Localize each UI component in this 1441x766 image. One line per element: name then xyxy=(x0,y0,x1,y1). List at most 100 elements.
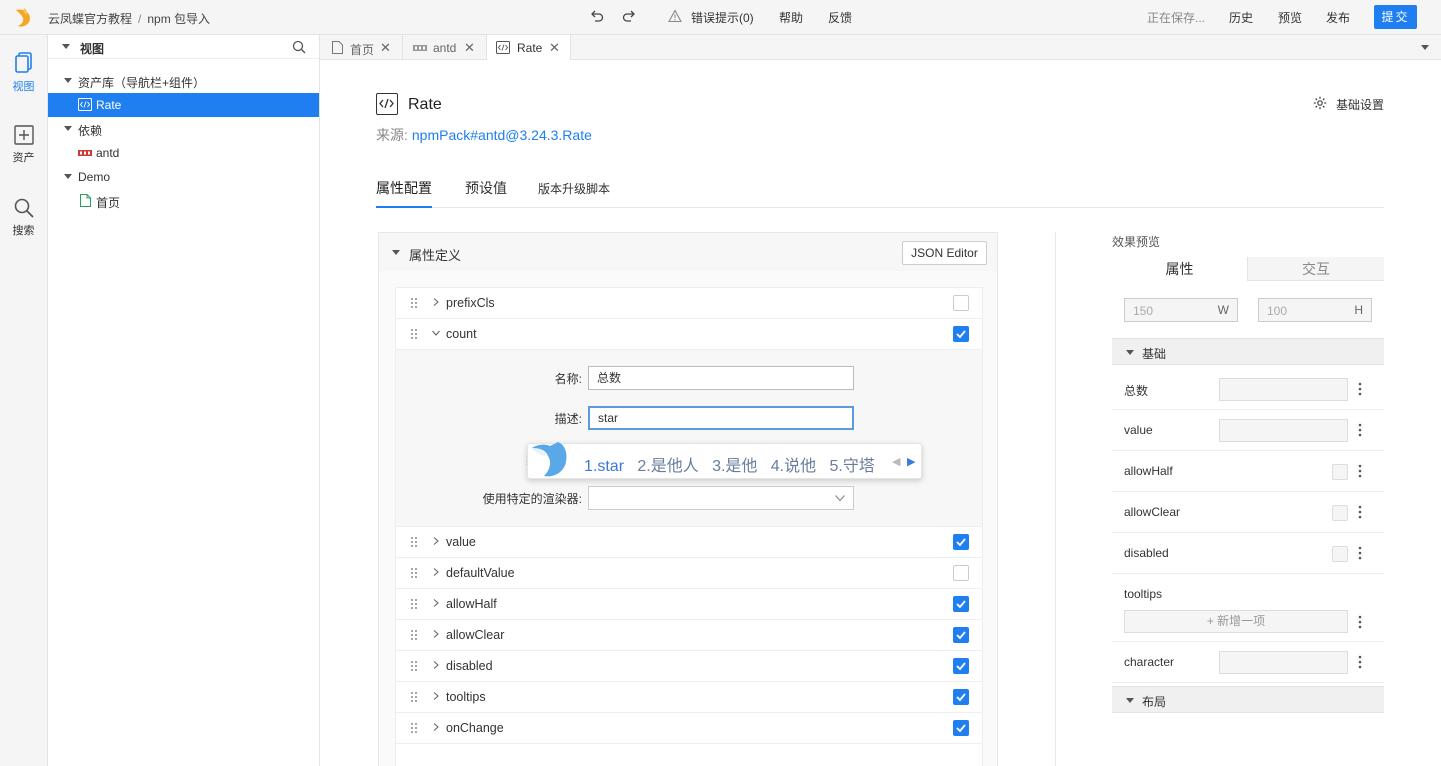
breadcrumb-page[interactable]: npm 包导入 xyxy=(147,12,210,26)
property-enabled-checkbox[interactable] xyxy=(953,326,969,342)
property-enabled-checkbox[interactable] xyxy=(953,295,969,311)
drag-handle-icon[interactable] xyxy=(410,297,418,309)
rail-search[interactable]: 搜索 xyxy=(0,197,47,238)
property-enabled-checkbox[interactable] xyxy=(953,596,969,612)
drag-handle-icon[interactable] xyxy=(410,722,418,734)
close-icon[interactable]: ✕ xyxy=(380,40,391,56)
ime-prev-icon[interactable]: ◀ xyxy=(892,455,900,468)
chevron-right-icon[interactable] xyxy=(432,599,440,607)
tree-item-antd[interactable]: antd xyxy=(48,141,319,165)
ime-candidate[interactable]: 3.是他 xyxy=(712,458,757,475)
preview-allowclear-checkbox[interactable] xyxy=(1332,505,1348,521)
tab-antd[interactable]: antd ✕ xyxy=(403,35,487,60)
expand-caret-icon[interactable] xyxy=(64,174,72,179)
rail-view[interactable]: 视图 xyxy=(0,51,47,94)
close-icon[interactable]: ✕ xyxy=(464,40,475,56)
collapse-caret-icon[interactable] xyxy=(62,44,70,49)
chevron-right-icon[interactable] xyxy=(432,692,440,700)
property-row-disabled[interactable]: disabled xyxy=(396,651,982,682)
drag-handle-icon[interactable] xyxy=(410,691,418,703)
ime-candidate[interactable]: 4.说他 xyxy=(771,458,816,475)
ime-candidate[interactable]: 5.守塔 xyxy=(829,458,874,475)
preview-total-input[interactable] xyxy=(1219,378,1348,401)
tree-item-home[interactable]: 首页 xyxy=(48,189,319,213)
chevron-right-icon[interactable] xyxy=(432,298,440,306)
name-input[interactable]: 总数 xyxy=(588,366,854,390)
preview-allowhalf-checkbox[interactable] xyxy=(1332,464,1348,480)
property-row-prefixcls[interactable]: prefixCls xyxy=(396,288,982,319)
preview-height-input[interactable]: 100 H xyxy=(1258,298,1372,322)
more-vertical-icon[interactable] xyxy=(1358,381,1362,397)
drag-handle-icon[interactable] xyxy=(410,567,418,579)
tree-search-icon[interactable] xyxy=(292,40,306,54)
property-row-allowclear[interactable]: allowClear xyxy=(396,620,982,651)
help-button[interactable]: 帮助 xyxy=(779,9,803,26)
preview-disabled-checkbox[interactable] xyxy=(1332,546,1348,562)
property-row-defaultvalue[interactable]: defaultValue xyxy=(396,558,982,589)
submit-button[interactable]: 提交 xyxy=(1374,5,1417,29)
chevron-right-icon[interactable] xyxy=(432,661,440,669)
feedback-button[interactable]: 反馈 xyxy=(828,9,852,26)
tab-upgrade-script[interactable]: 版本升级脚本 xyxy=(538,180,610,205)
drag-handle-icon[interactable] xyxy=(410,629,418,641)
redo-icon[interactable] xyxy=(621,8,637,24)
tree-item-demo[interactable]: Demo xyxy=(48,165,319,189)
close-icon[interactable]: ✕ xyxy=(549,40,560,56)
tab-attributes[interactable]: 属性 xyxy=(1112,257,1248,281)
tab-home[interactable]: 首页 ✕ xyxy=(320,35,403,60)
gear-icon[interactable] xyxy=(1313,96,1327,110)
history-button[interactable]: 历史 xyxy=(1229,9,1253,26)
tree-item-rate[interactable]: Rate xyxy=(48,93,319,117)
property-row-onchange[interactable]: onChange xyxy=(396,713,982,744)
property-row-value[interactable]: value xyxy=(396,527,982,558)
more-vertical-icon[interactable] xyxy=(1358,422,1362,438)
ime-candidate[interactable]: 2.是他人 xyxy=(637,458,698,475)
property-enabled-checkbox[interactable] xyxy=(953,658,969,674)
json-editor-button[interactable]: JSON Editor xyxy=(902,241,987,265)
chevron-right-icon[interactable] xyxy=(432,630,440,638)
property-row-tooltips[interactable]: tooltips xyxy=(396,682,982,713)
renderer-select[interactable] xyxy=(588,486,854,510)
tab-presets[interactable]: 预设值 xyxy=(465,178,507,206)
breadcrumb-project[interactable]: 云凤蝶官方教程 xyxy=(48,12,132,26)
chevron-right-icon[interactable] xyxy=(432,568,440,576)
expand-caret-icon[interactable] xyxy=(64,78,72,83)
tab-rate[interactable]: Rate ✕ xyxy=(487,35,571,61)
preview-group-layout[interactable]: 布局 xyxy=(1112,686,1384,713)
more-vertical-icon[interactable] xyxy=(1358,545,1362,561)
error-hint-button[interactable]: 错误提示(0) xyxy=(691,9,754,26)
tree-item-asset-library[interactable]: 资产库（导航栏+组件） xyxy=(48,69,319,93)
basic-settings-button[interactable]: 基础设置 xyxy=(1336,96,1384,113)
drag-handle-icon[interactable] xyxy=(410,660,418,672)
property-enabled-checkbox[interactable] xyxy=(953,565,969,581)
preview-character-input[interactable] xyxy=(1219,651,1348,674)
chevron-right-icon[interactable] xyxy=(432,723,440,731)
ime-candidate[interactable]: 1.star xyxy=(584,458,624,475)
publish-button[interactable]: 发布 xyxy=(1326,9,1350,26)
tab-property-config[interactable]: 属性配置 xyxy=(376,178,432,208)
chevron-right-icon[interactable] xyxy=(432,537,440,545)
property-enabled-checkbox[interactable] xyxy=(953,627,969,643)
drag-handle-icon[interactable] xyxy=(410,328,418,340)
preview-button[interactable]: 预览 xyxy=(1278,9,1302,26)
more-vertical-icon[interactable] xyxy=(1358,504,1362,520)
tabs-overflow-chevron-icon[interactable] xyxy=(1421,45,1429,50)
property-enabled-checkbox[interactable] xyxy=(953,720,969,736)
more-vertical-icon[interactable] xyxy=(1358,463,1362,479)
property-row-allowhalf[interactable]: allowHalf xyxy=(396,589,982,620)
more-vertical-icon[interactable] xyxy=(1358,614,1362,630)
description-input[interactable]: star xyxy=(588,406,854,430)
preview-group-basic[interactable]: 基础 xyxy=(1112,338,1384,365)
more-vertical-icon[interactable] xyxy=(1358,654,1362,670)
rail-assets[interactable]: 资产 xyxy=(0,124,47,165)
source-link[interactable]: npmPack#antd@3.24.3.Rate xyxy=(412,127,592,143)
chevron-down-icon[interactable] xyxy=(432,329,440,337)
property-enabled-checkbox[interactable] xyxy=(953,534,969,550)
property-enabled-checkbox[interactable] xyxy=(953,689,969,705)
expand-caret-icon[interactable] xyxy=(64,126,72,131)
tab-interaction[interactable]: 交互 xyxy=(1248,257,1384,281)
ime-next-icon[interactable]: ▶ xyxy=(907,455,915,468)
add-item-button[interactable]: + 新增一项 xyxy=(1124,610,1348,633)
collapse-caret-icon[interactable] xyxy=(1126,698,1134,703)
preview-width-input[interactable]: 150 W xyxy=(1124,298,1238,322)
